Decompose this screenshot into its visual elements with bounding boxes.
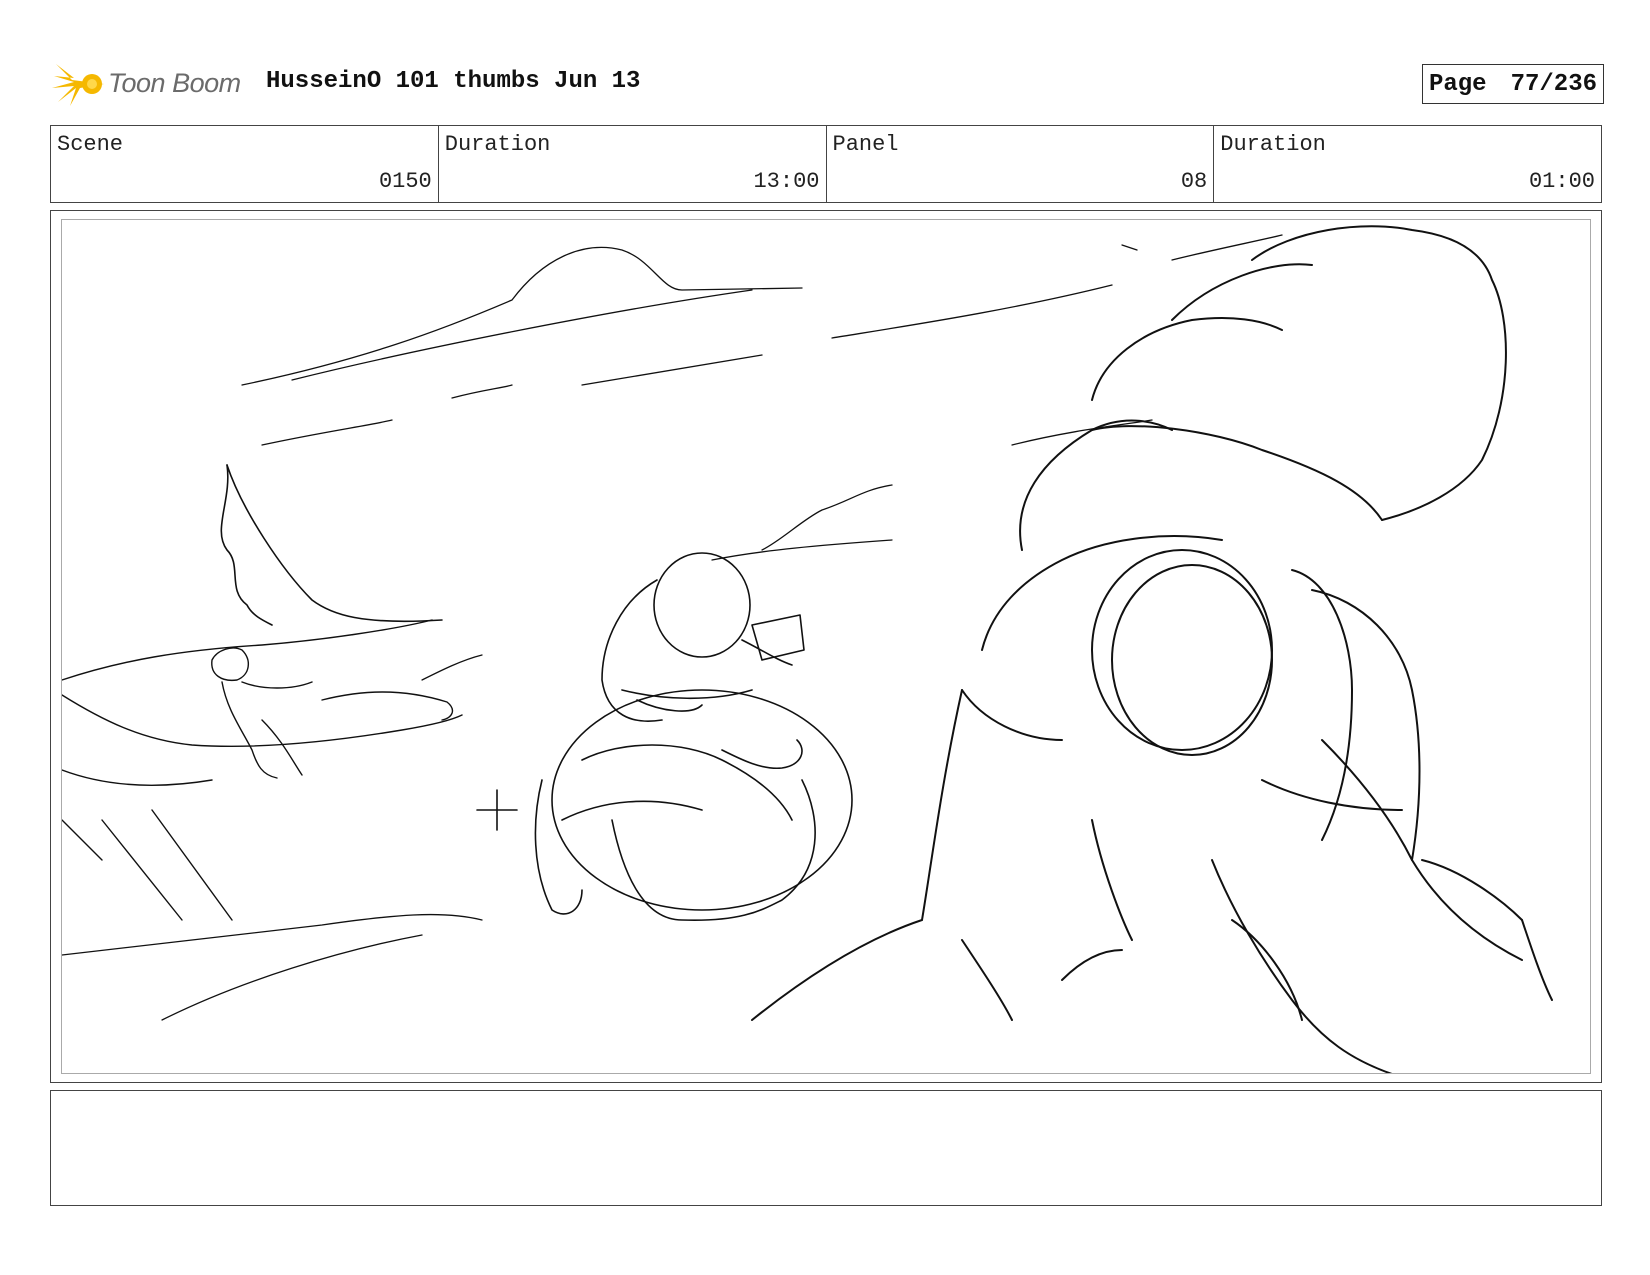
storyboard-panel <box>50 210 1602 1083</box>
document-title: HusseinO 101 thumbs Jun 13 <box>266 68 641 95</box>
page-number: 77/236 <box>1510 70 1597 98</box>
scene-label: Scene <box>57 132 124 157</box>
scene-info-table: Scene 0150 Duration 13:00 Panel 08 Durat… <box>50 125 1602 203</box>
panel-cell: Panel 08 <box>827 126 1215 202</box>
starburst-icon <box>52 64 104 106</box>
storyboard-sketch <box>62 225 1553 1073</box>
panel-duration-label: Duration <box>1220 132 1326 157</box>
scene-duration-label: Duration <box>444 132 551 157</box>
page-header: Toon Boom HusseinO 101 thumbs Jun 13 Pag… <box>52 58 1604 110</box>
panel-notes-box <box>50 1090 1602 1206</box>
page-label: Page <box>1428 70 1487 98</box>
sky-lines <box>241 234 1283 561</box>
panel-drawing-area <box>61 219 1591 1074</box>
left-rider-sketch <box>62 619 463 921</box>
panel-label: Panel <box>832 132 899 157</box>
panel-duration-value: 01:00 <box>1528 169 1595 194</box>
panel-duration-cell: Duration 01:00 <box>1214 126 1601 202</box>
shark-fin <box>220 464 443 626</box>
scene-duration-value: 13:00 <box>753 169 820 194</box>
page-indicator: Page 77/236 <box>1421 64 1604 104</box>
scene-value: 0150 <box>378 169 432 194</box>
ground-lines <box>62 654 483 1021</box>
center-character-sketch <box>476 552 853 922</box>
toon-boom-logo: Toon Boom <box>52 58 252 110</box>
logo-text: Toon Boom <box>108 68 241 98</box>
panel-value: 08 <box>1180 169 1208 194</box>
scene-duration-cell: Duration 13:00 <box>439 126 827 202</box>
scene-cell: Scene 0150 <box>51 126 439 202</box>
foreground-character-sketch <box>751 225 1553 1073</box>
